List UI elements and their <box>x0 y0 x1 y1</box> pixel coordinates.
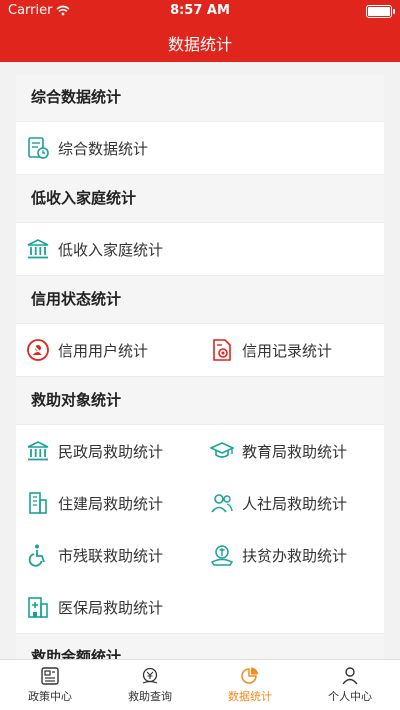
item-label: 市残联救助统计 <box>58 546 164 565</box>
report-clock-icon <box>28 137 49 159</box>
item-label: 信用用户统计 <box>58 341 149 360</box>
tab-profile[interactable]: 个人中心 <box>300 660 400 710</box>
credit-record-icon <box>213 339 231 361</box>
poverty-aid-icon <box>210 545 234 566</box>
battery-icon <box>366 5 395 18</box>
status-time: 8:57 AM <box>170 3 230 18</box>
item-label: 医保局救助统计 <box>58 598 164 617</box>
wheelchair-icon <box>28 544 45 567</box>
hospital-icon <box>28 597 48 618</box>
item-credit-record-stats[interactable]: 信用记录统计 <box>200 324 384 376</box>
search-money-icon <box>142 667 158 684</box>
tab-label: 政策中心 <box>28 690 72 703</box>
graduation-cap-icon <box>210 442 234 458</box>
section-card-credit: 信用用户统计 信用记录统计 <box>16 323 384 377</box>
item-label: 教育局救助统计 <box>242 442 348 461</box>
item-low-income-stats[interactable]: 低收入家庭统计 <box>16 223 384 275</box>
status-bar: Carrier 8:57 AM <box>0 0 400 22</box>
item-label: 住建局救助统计 <box>58 494 164 513</box>
item-hr-social-stats[interactable]: 人社局救助统计 <box>200 477 384 529</box>
bank-icon <box>27 239 49 259</box>
item-label: 民政局救助统计 <box>58 442 164 461</box>
item-civil-affairs-stats[interactable]: 民政局救助统计 <box>16 425 200 477</box>
item-label: 人社局救助统计 <box>242 494 348 513</box>
tab-policy-center[interactable]: 政策中心 <box>0 660 100 710</box>
tab-label: 数据统计 <box>228 690 272 703</box>
tab-bar: 政策中心 救助查询 数据统计 个人中心 <box>0 659 400 710</box>
item-label: 信用记录统计 <box>242 341 333 360</box>
page-title: 数据统计 <box>167 35 232 54</box>
section-card-aid-targets: 民政局救助统计 教育局救助统计 住建局救助统计 人社局救助统计 市残联救助统计 … <box>16 424 384 634</box>
newspaper-icon <box>41 667 59 685</box>
users-icon <box>211 494 233 513</box>
item-label: 低收入家庭统计 <box>58 240 164 259</box>
item-comprehensive-stats[interactable]: 综合数据统计 <box>16 122 384 174</box>
tab-data-stats[interactable]: 数据统计 <box>200 660 300 710</box>
section-title-low-income: 低收入家庭统计 <box>16 175 384 222</box>
item-poverty-alleviation-stats[interactable]: 扶贫办救助统计 <box>200 529 384 581</box>
pie-chart-icon <box>241 667 258 684</box>
tab-label: 个人中心 <box>328 690 372 703</box>
tab-label: 救助查询 <box>128 690 172 703</box>
item-credit-user-stats[interactable]: 信用用户统计 <box>16 324 200 376</box>
item-label: 扶贫办救助统计 <box>242 546 348 565</box>
section-title-comprehensive: 综合数据统计 <box>16 74 384 121</box>
building-icon <box>29 492 47 514</box>
item-housing-stats[interactable]: 住建局救助统计 <box>16 477 200 529</box>
app-header: Carrier 8:57 AM 数据统计 <box>0 0 400 62</box>
section-card-comprehensive: 综合数据统计 <box>16 121 384 175</box>
item-medical-insurance-stats[interactable]: 医保局救助统计 <box>16 581 200 633</box>
bank-icon <box>27 441 49 461</box>
item-education-stats[interactable]: 教育局救助统计 <box>200 425 384 477</box>
item-disabled-federation-stats[interactable]: 市残联救助统计 <box>16 529 200 581</box>
tab-aid-query[interactable]: 救助查询 <box>100 660 200 710</box>
item-label: 综合数据统计 <box>58 139 149 158</box>
credit-user-icon <box>27 339 49 361</box>
stats-content: 综合数据统计 综合数据统计 低收入家庭统计 低收入家庭统计 信用状态统计 信用用… <box>16 74 384 681</box>
user-icon <box>342 667 358 685</box>
section-card-low-income: 低收入家庭统计 <box>16 222 384 276</box>
section-title-aid-targets: 救助对象统计 <box>16 377 384 424</box>
section-title-credit: 信用状态统计 <box>16 276 384 323</box>
